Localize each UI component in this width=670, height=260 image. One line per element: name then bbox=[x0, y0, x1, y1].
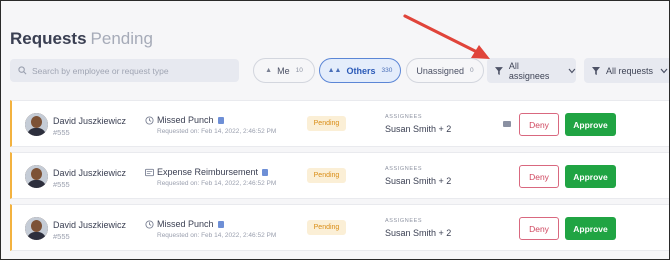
document-icon[interactable] bbox=[217, 220, 224, 228]
assignees-value[interactable]: Susan Smith + 2 bbox=[385, 176, 451, 186]
employee-name: David Juszkiewicz bbox=[53, 168, 127, 178]
request-type: Missed Punch bbox=[157, 115, 224, 125]
segment-others[interactable]: ▲▲ Others 330 bbox=[319, 58, 401, 83]
page-title-main: Requests bbox=[10, 29, 87, 48]
employee-name: David Juszkiewicz bbox=[53, 220, 127, 230]
person-icon: ▲ bbox=[265, 67, 273, 74]
segment-others-label: Others bbox=[346, 65, 376, 76]
employee-id: #555 bbox=[53, 128, 70, 137]
request-type-label: Missed Punch bbox=[157, 219, 214, 229]
deny-button[interactable]: Deny bbox=[519, 165, 559, 188]
segment-me-count: 10 bbox=[295, 67, 303, 74]
requests-filter-label: All requests bbox=[606, 65, 654, 76]
status-badge: Pending bbox=[307, 220, 346, 235]
request-type: Missed Punch bbox=[157, 219, 224, 229]
assignees-label: ASSIGNEES bbox=[385, 218, 423, 224]
segment-unassigned-count: 0 bbox=[469, 67, 474, 74]
employee-id: #555 bbox=[53, 232, 70, 241]
page-title-status: Pending bbox=[90, 29, 153, 48]
status-badge: Pending bbox=[307, 116, 346, 131]
deny-button[interactable]: Deny bbox=[519, 113, 559, 136]
request-row[interactable]: David Juszkiewicz #555 Missed Punch Requ… bbox=[10, 204, 669, 251]
assignees-filter[interactable]: All assignees bbox=[487, 58, 576, 83]
segment-me-label: Me bbox=[277, 65, 290, 76]
avatar bbox=[25, 113, 48, 136]
assignees-filter-label: All assignees bbox=[508, 60, 550, 81]
approve-button[interactable]: Approve bbox=[565, 165, 616, 188]
clock-icon bbox=[145, 116, 154, 125]
chevron-down-icon bbox=[660, 68, 668, 73]
assignees-value[interactable]: Susan Smith + 2 bbox=[385, 228, 451, 238]
request-type-label: Missed Punch bbox=[157, 115, 214, 125]
request-row[interactable]: David Juszkiewicz #555 Expense Reimburse… bbox=[10, 152, 669, 199]
employee-id: #555 bbox=[53, 180, 70, 189]
assignees-value[interactable]: Susan Smith + 2 bbox=[385, 124, 451, 134]
app-frame: RequestsPending ▲ Me 10 ▲▲ Others 330 Un… bbox=[0, 0, 670, 260]
avatar bbox=[25, 165, 48, 188]
requested-on: Requested on: Feb 14, 2022, 2:46:52 PM bbox=[157, 180, 277, 187]
requested-on: Requested on: Feb 14, 2022, 2:46:52 PM bbox=[157, 128, 277, 135]
request-type-label: Expense Reimbursement bbox=[157, 167, 259, 177]
segment-others-count: 330 bbox=[381, 67, 393, 74]
search-input[interactable] bbox=[32, 65, 232, 76]
receipt-icon bbox=[145, 168, 154, 177]
status-badge: Pending bbox=[307, 168, 346, 183]
segment-unassigned-label: Unassigned bbox=[416, 65, 464, 76]
document-icon[interactable] bbox=[262, 168, 269, 176]
clock-icon bbox=[145, 220, 154, 229]
comment-icon[interactable] bbox=[503, 121, 511, 128]
request-row[interactable]: David Juszkiewicz #555 Missed Punch Requ… bbox=[10, 100, 669, 147]
people-icon: ▲▲ bbox=[327, 67, 342, 74]
requests-filter[interactable]: All requests bbox=[584, 58, 669, 83]
search-icon bbox=[18, 66, 27, 75]
deny-button[interactable]: Deny bbox=[519, 217, 559, 240]
approve-button[interactable]: Approve bbox=[565, 113, 616, 136]
assignees-label: ASSIGNEES bbox=[385, 114, 423, 120]
document-icon[interactable] bbox=[217, 116, 224, 124]
requested-on: Requested on: Feb 14, 2022, 2:46:52 PM bbox=[157, 232, 277, 239]
filter-icon bbox=[592, 66, 600, 75]
request-type: Expense Reimbursement bbox=[157, 167, 269, 177]
search-box[interactable] bbox=[10, 59, 239, 82]
avatar bbox=[25, 217, 48, 240]
employee-name: David Juszkiewicz bbox=[53, 116, 127, 126]
page-title: Requests Pending bbox=[10, 29, 153, 49]
filter-icon bbox=[495, 66, 503, 75]
assignees-label: ASSIGNEES bbox=[385, 166, 423, 172]
approve-button[interactable]: Approve bbox=[565, 217, 616, 240]
segment-me[interactable]: ▲ Me 10 bbox=[253, 58, 315, 83]
segment-unassigned[interactable]: Unassigned 0 bbox=[406, 58, 484, 83]
chevron-down-icon bbox=[568, 68, 576, 73]
